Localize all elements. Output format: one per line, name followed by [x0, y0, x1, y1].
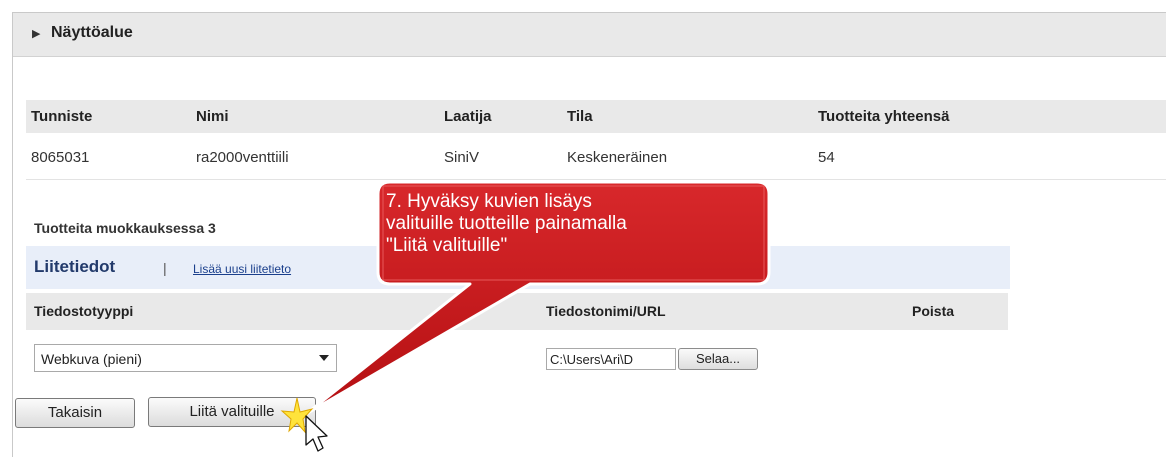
cursor-icon — [280, 397, 328, 452]
